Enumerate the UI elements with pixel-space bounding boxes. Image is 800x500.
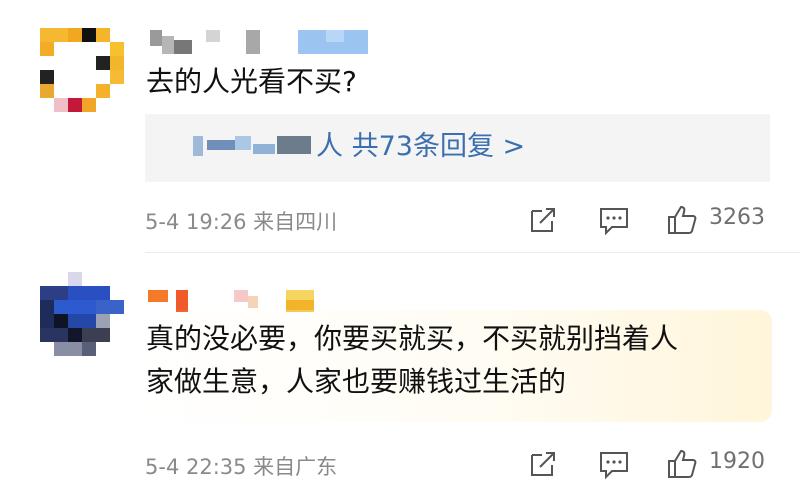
comment-item: 真的没必要，你要买就买，不买就别挡着人 家做生意，人家也要赚钱过生活的 5-4 … — [0, 262, 800, 500]
reply-summary[interactable]: 人 共73条回复 > — [145, 114, 770, 182]
like-icon[interactable] — [665, 447, 699, 481]
comment-item: 去的人光看不买? 人 共73条回复 > 5-4 19:26 来自四川 3263 — [0, 0, 800, 253]
like-icon[interactable] — [665, 203, 699, 237]
divider — [145, 252, 800, 253]
avatar[interactable] — [40, 28, 124, 112]
avatar[interactable] — [40, 272, 124, 356]
like-count: 1920 — [709, 449, 765, 474]
comment-text-line: 家做生意，人家也要赚钱过生活的 — [146, 365, 567, 398]
comment-icon[interactable] — [597, 203, 631, 237]
action-bar: 1920 — [0, 443, 800, 483]
comment-text: 真的没必要，你要买就买，不买就别挡着人 家做生意，人家也要赚钱过生活的 — [146, 317, 678, 403]
reply-link[interactable]: 人 共73条回复 > — [316, 130, 525, 164]
reply-usernames — [193, 134, 311, 158]
comment-text-line: 真的没必要，你要买就买，不买就别挡着人 — [146, 322, 679, 355]
share-icon[interactable] — [526, 203, 560, 237]
action-bar: 3263 — [0, 199, 800, 239]
like-count: 3263 — [709, 205, 765, 230]
comment-text: 去的人光看不买? — [146, 65, 357, 98]
comment-icon[interactable] — [597, 447, 631, 481]
username[interactable] — [150, 28, 370, 56]
share-icon[interactable] — [526, 447, 560, 481]
